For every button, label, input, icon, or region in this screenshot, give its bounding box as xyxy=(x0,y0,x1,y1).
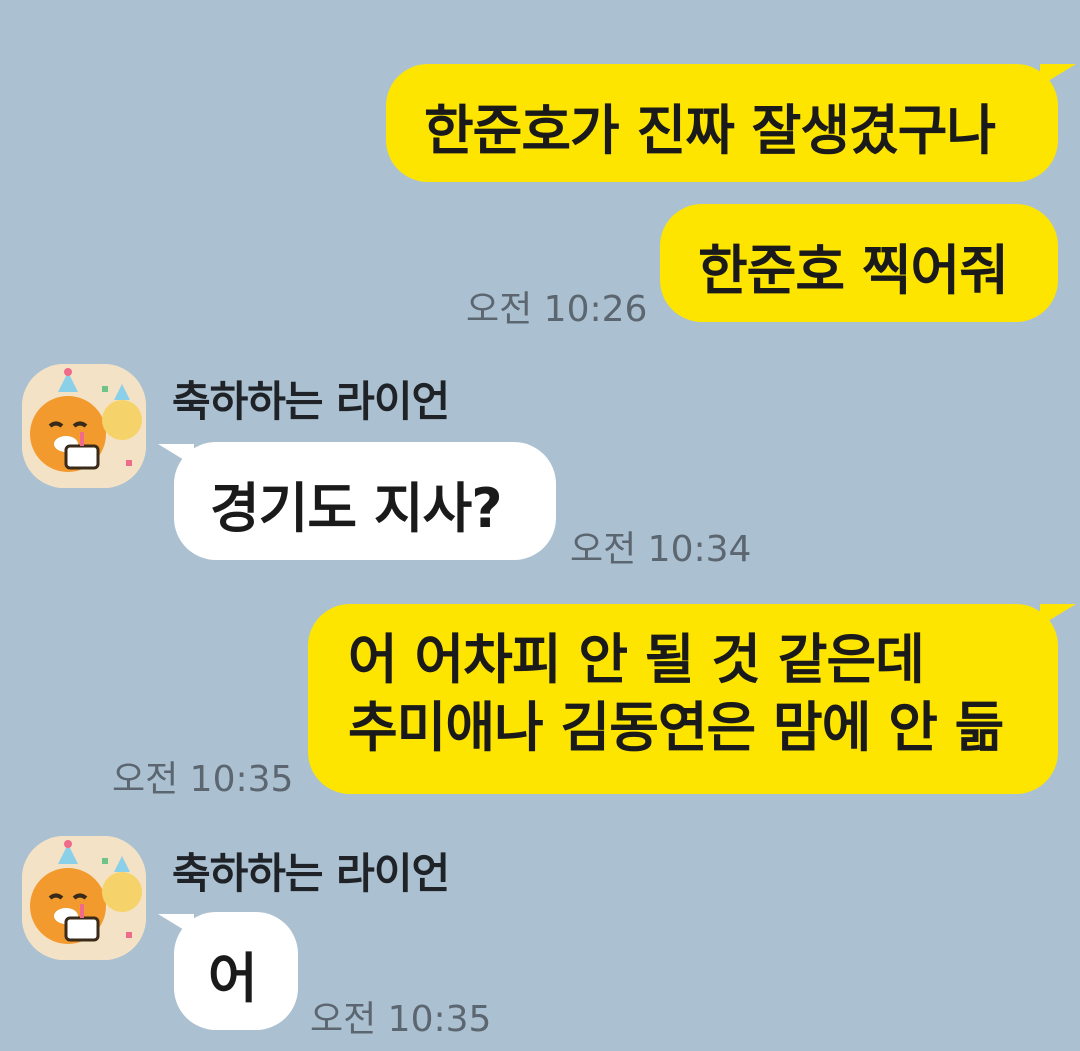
message-timestamp: 오전 10:35 xyxy=(112,759,294,800)
bubble-tail xyxy=(1040,64,1076,86)
message-text: 어 xyxy=(208,947,258,1010)
my-message-bubble[interactable]: 한준호가 진짜 잘생겼구나 xyxy=(386,64,1058,182)
message-timestamp: 오전 10:26 xyxy=(466,289,648,330)
sender-avatar[interactable] xyxy=(22,836,146,960)
message-text: 경기도 지사? xyxy=(210,477,503,540)
bubble-tail xyxy=(158,914,194,936)
bubble-tail xyxy=(158,444,194,466)
message-timestamp: 오전 10:34 xyxy=(570,529,752,570)
sender-name: 축하하는 라이언 xyxy=(172,849,450,898)
ryan-party-icon xyxy=(22,364,146,488)
message-text: 한준호가 진짜 잘생겼구나 xyxy=(424,99,996,162)
bubble-tail xyxy=(1040,604,1076,626)
message-text: 한준호 찍어줘 xyxy=(698,239,1009,302)
ryan-party-icon xyxy=(22,836,146,960)
message-text-line: 어 어차피 안 될 것 같은데 xyxy=(348,628,925,691)
message-text-line: 추미애나 김동연은 맘에 안 듦 xyxy=(348,696,1004,759)
other-message-bubble[interactable]: 경기도 지사? xyxy=(174,442,556,560)
sender-name: 축하하는 라이언 xyxy=(172,377,450,426)
sender-avatar[interactable] xyxy=(22,364,146,488)
my-message-bubble[interactable]: 한준호 찍어줘 xyxy=(660,204,1058,322)
my-message-bubble[interactable]: 어 어차피 안 될 것 같은데 추미애나 김동연은 맘에 안 듦 xyxy=(308,604,1058,794)
message-timestamp: 오전 10:35 xyxy=(310,999,492,1040)
